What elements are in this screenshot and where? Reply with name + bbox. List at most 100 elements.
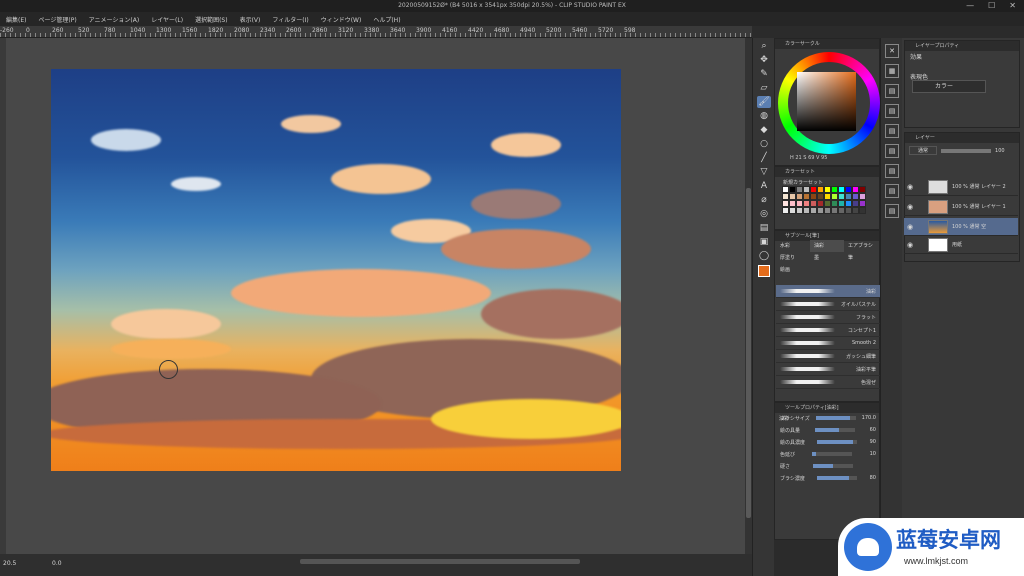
color-swatch[interactable] — [824, 193, 831, 200]
menu-view[interactable]: 表示(V) — [234, 15, 267, 24]
horizontal-scrollbar[interactable] — [300, 559, 580, 564]
tab-thick-paint[interactable]: 厚塗り — [776, 252, 810, 264]
color-swatch[interactable] — [831, 200, 838, 207]
layer-row[interactable]: ◉ 用紙 — [904, 236, 1018, 254]
color-swatch[interactable] — [838, 193, 845, 200]
color-swatch[interactable] — [838, 186, 845, 193]
sub-view-icon[interactable]: ▦ — [885, 64, 899, 78]
color-swatch[interactable] — [803, 193, 810, 200]
color-swatch[interactable] — [803, 207, 810, 214]
vertical-scrollbar[interactable] — [745, 38, 752, 554]
color-swatch[interactable] — [831, 186, 838, 193]
brush-tool-icon[interactable]: 🖌 — [757, 96, 771, 108]
brush-item[interactable]: フラット — [776, 311, 880, 324]
brush-item[interactable]: コンセプト1 — [776, 324, 880, 337]
move-tool-icon[interactable]: ✥ — [757, 54, 771, 66]
color-swatch[interactable] — [782, 186, 789, 193]
layer-row[interactable]: ◉ 100 % 通常 レイヤー 1 — [904, 198, 1018, 216]
color-swatch[interactable] — [845, 193, 852, 200]
color-swatch[interactable] — [859, 207, 866, 214]
color-swatch[interactable] — [803, 200, 810, 207]
eraser-tool-icon[interactable]: ▱ — [757, 82, 771, 94]
color-swatch[interactable] — [852, 193, 859, 200]
zoom-tool-icon[interactable]: ⌕ — [757, 40, 771, 52]
color-swatch[interactable] — [838, 207, 845, 214]
color-swatch[interactable] — [845, 200, 852, 207]
material-icon[interactable]: ▤ — [885, 164, 899, 178]
layer-row[interactable]: ◉ 100 % 通常 レイヤー 2 — [904, 178, 1018, 196]
blend-mode-select[interactable]: 通常 — [909, 146, 938, 155]
menu-selection[interactable]: 選択範囲(S) — [189, 15, 234, 24]
text-tool-icon[interactable]: A — [757, 180, 771, 192]
tab-watercolor[interactable]: 水彩 — [776, 240, 810, 252]
brush-item[interactable]: 油彩 — [776, 285, 880, 298]
eye-icon[interactable]: ◉ — [904, 183, 916, 191]
property-value[interactable]: 80 — [870, 475, 876, 481]
line-tool-icon[interactable]: ╱ — [757, 152, 771, 164]
eyedropper-tool-icon[interactable]: ⌀ — [757, 194, 771, 206]
material-icon[interactable]: ▤ — [885, 184, 899, 198]
tab-airbrush[interactable]: エアブラシ — [844, 240, 878, 252]
opacity-value[interactable]: 100 — [995, 148, 1005, 154]
property-slider[interactable] — [815, 416, 856, 420]
color-swatch[interactable] — [803, 186, 810, 193]
property-slider[interactable] — [817, 440, 858, 444]
expression-color-select[interactable]: カラー — [912, 80, 986, 93]
color-swatch[interactable] — [817, 207, 824, 214]
color-swatch[interactable] — [810, 193, 817, 200]
tab-painting[interactable]: 絵画 — [776, 264, 810, 276]
brush-item[interactable]: オイルパステル — [776, 298, 880, 311]
color-swatch[interactable] — [789, 200, 796, 207]
color-swatch[interactable] — [817, 186, 824, 193]
color-swatch[interactable] — [810, 186, 817, 193]
shape-tool-icon[interactable]: ○ — [757, 138, 771, 150]
color-swatch[interactable] — [782, 200, 789, 207]
saturation-value-square[interactable] — [797, 72, 856, 131]
material-icon[interactable]: ▤ — [885, 144, 899, 158]
navigator-icon[interactable]: ✕ — [885, 44, 899, 58]
color-swatch[interactable] — [852, 200, 859, 207]
color-swatch[interactable] — [817, 193, 824, 200]
color-swatch[interactable] — [796, 200, 803, 207]
brush-item[interactable]: Smooth 2 — [776, 337, 880, 350]
property-slider[interactable] — [813, 464, 853, 468]
tab-oil[interactable]: 油彩 — [810, 240, 844, 252]
material-icon[interactable]: ▤ — [885, 104, 899, 118]
color-swatch[interactable] — [782, 193, 789, 200]
eye-icon[interactable]: ◉ — [904, 241, 916, 249]
eye-icon[interactable]: ◉ — [904, 203, 916, 211]
color-swatch[interactable] — [789, 186, 796, 193]
material-icon[interactable]: ▤ — [885, 84, 899, 98]
menu-filter[interactable]: フィルター(I) — [266, 15, 314, 24]
tab-brush[interactable]: 筆 — [844, 252, 878, 264]
property-value[interactable]: 10 — [870, 451, 876, 457]
color-swatch[interactable] — [831, 193, 838, 200]
color-swatch[interactable] — [859, 186, 866, 193]
property-value[interactable]: 60 — [870, 427, 876, 433]
color-swatch[interactable] — [852, 207, 859, 214]
color-swatch[interactable] — [796, 207, 803, 214]
property-value[interactable]: 170.0 — [862, 415, 876, 421]
color-swatch[interactable] — [838, 200, 845, 207]
gradient-tool-icon[interactable]: ▤ — [757, 222, 771, 234]
airbrush-tool-icon[interactable]: ◍ — [757, 110, 771, 122]
color-swatch[interactable] — [852, 186, 859, 193]
minimize-button[interactable]: — — [966, 1, 974, 10]
frame-tool-icon[interactable]: ▣ — [757, 236, 771, 248]
color-swatch[interactable] — [817, 200, 824, 207]
eye-icon[interactable]: ◉ — [904, 223, 916, 231]
balloon-tool-icon[interactable]: ◯ — [757, 250, 771, 262]
selection-tool-icon[interactable]: ▽ — [757, 166, 771, 178]
color-swatch[interactable] — [796, 186, 803, 193]
menu-help[interactable]: ヘルプ(H) — [367, 15, 406, 24]
brush-item[interactable]: ガッシュ細筆 — [776, 350, 880, 363]
painting-canvas[interactable] — [51, 69, 621, 471]
layer-row[interactable]: ◉ 100 % 通常 空 — [904, 218, 1018, 236]
color-swatch[interactable] — [789, 207, 796, 214]
material-icon[interactable]: ▤ — [885, 124, 899, 138]
color-swatch[interactable] — [810, 207, 817, 214]
color-swatch[interactable] — [824, 200, 831, 207]
property-slider[interactable] — [812, 452, 853, 456]
color-swatch[interactable] — [789, 193, 796, 200]
menu-page[interactable]: ページ管理(P) — [32, 15, 82, 24]
